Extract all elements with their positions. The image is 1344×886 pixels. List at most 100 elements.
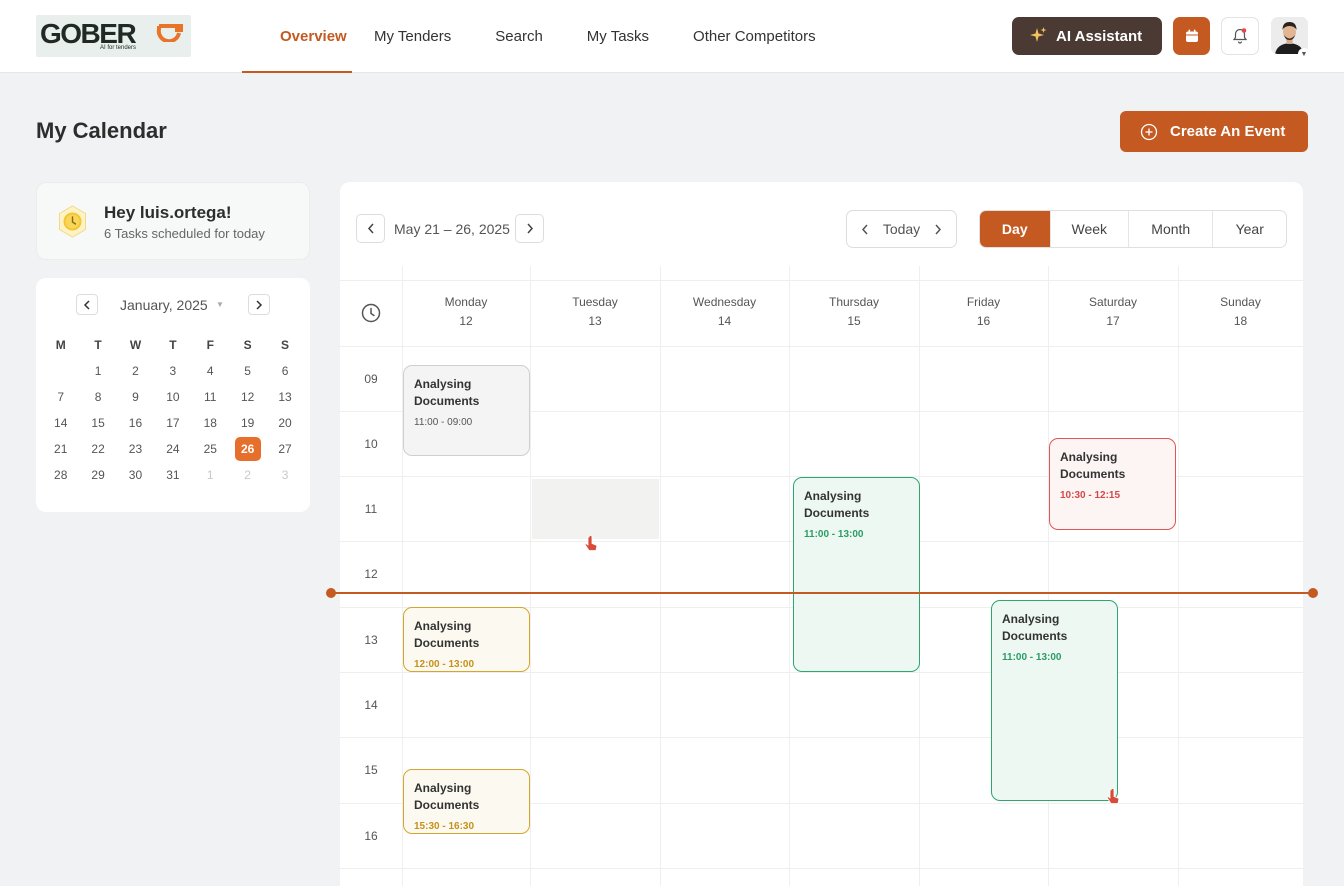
- mini-day-number: 11: [204, 390, 217, 404]
- mini-day-cell[interactable]: 16: [117, 410, 154, 436]
- mini-day-cell[interactable]: 22: [79, 436, 116, 462]
- day-column-header[interactable]: Wednesday 14: [660, 293, 789, 331]
- event-time: 11:00 - 09:00: [414, 417, 473, 428]
- grid-column-divider: [660, 266, 661, 886]
- mini-day-cell[interactable]: 1: [79, 358, 116, 384]
- mini-day-cell[interactable]: 2: [117, 358, 154, 384]
- mini-day-cell[interactable]: 11: [192, 384, 229, 410]
- day-column-header[interactable]: Tuesday 13: [530, 293, 660, 331]
- logo[interactable]: GOBER AI for tenders: [36, 15, 191, 57]
- today-prev-icon[interactable]: [861, 224, 869, 235]
- notifications-button[interactable]: [1221, 17, 1259, 55]
- mini-day-number: 2: [132, 364, 139, 378]
- mini-day-cell[interactable]: 18: [192, 410, 229, 436]
- day-number: 12: [459, 314, 473, 328]
- mini-day-number: 6: [281, 364, 289, 378]
- view-week[interactable]: Week: [1049, 211, 1128, 247]
- mini-day-cell[interactable]: 9: [117, 384, 154, 410]
- mini-month-label[interactable]: January, 2025: [120, 297, 208, 313]
- mini-day-cell[interactable]: 14: [42, 410, 79, 436]
- mini-day-number: 5: [244, 364, 251, 378]
- hovered-time-slot[interactable]: [532, 479, 659, 539]
- mini-day-cell[interactable]: 8: [79, 384, 116, 410]
- view-month[interactable]: Month: [1128, 211, 1212, 247]
- chevron-left-icon: [367, 223, 374, 234]
- clock-badge-icon: [59, 205, 86, 238]
- calendar-event[interactable]: Analysing Documents 15:30 - 16:30: [403, 769, 530, 834]
- view-day[interactable]: Day: [980, 211, 1050, 247]
- day-column-header[interactable]: Saturday 17: [1048, 293, 1178, 331]
- nav-overview[interactable]: Overview: [242, 0, 352, 73]
- mini-day-cell[interactable]: 28: [42, 462, 79, 488]
- mini-day-cell[interactable]: 25: [192, 436, 229, 462]
- mini-next-button[interactable]: [248, 294, 270, 315]
- mini-day-cell[interactable]: 1: [192, 462, 229, 488]
- hour-label: 13: [364, 633, 378, 647]
- nav-my-tasks[interactable]: My Tasks: [565, 0, 671, 73]
- current-time-dot-right: [1308, 588, 1318, 598]
- mini-weekday-header: T: [94, 338, 102, 352]
- mini-day-cell[interactable]: 3: [154, 358, 191, 384]
- mini-day-cell[interactable]: 31: [154, 462, 191, 488]
- day-column-header[interactable]: Friday 16: [919, 293, 1048, 331]
- mini-day-number: 17: [166, 416, 180, 430]
- mini-day-cell[interactable]: 19: [229, 410, 266, 436]
- mini-day-cell[interactable]: 30: [117, 462, 154, 488]
- nav-search[interactable]: Search: [473, 0, 565, 73]
- day-column-header[interactable]: Thursday 15: [789, 293, 919, 331]
- calendar-event[interactable]: Analysing Documents 11:00 - 09:00: [403, 365, 530, 456]
- mini-month-dropdown-icon[interactable]: ▼: [216, 300, 224, 309]
- mini-day-cell[interactable]: 2: [229, 462, 266, 488]
- mini-day-number: 25: [203, 442, 217, 456]
- nav-other-competitors[interactable]: Other Competitors: [671, 0, 838, 73]
- mini-day-cell[interactable]: 27: [266, 436, 303, 462]
- event-time: 12:00 - 13:00: [414, 659, 475, 670]
- day-column-header[interactable]: Sunday 18: [1178, 293, 1303, 331]
- mini-day-cell[interactable]: 23: [117, 436, 154, 462]
- mini-day-cell[interactable]: 26: [229, 436, 266, 462]
- mini-day-cell[interactable]: 13: [266, 384, 303, 410]
- ai-assistant-label: AI Assistant: [1056, 27, 1143, 45]
- mini-day-cell[interactable]: 5: [229, 358, 266, 384]
- mini-day-number: 24: [166, 442, 180, 456]
- calendar-event[interactable]: Analysing Documents 10:30 - 12:15: [1049, 438, 1176, 530]
- mini-day-number: 12: [240, 390, 255, 404]
- range-prev-button[interactable]: [356, 214, 385, 243]
- mini-day-number: 30: [128, 468, 143, 482]
- plus-circle-icon: [1140, 123, 1158, 140]
- calendar-event[interactable]: Analysing Documents 12:00 - 13:00: [403, 607, 530, 672]
- mini-day-cell[interactable]: 3: [266, 462, 303, 488]
- mini-day-cell[interactable]: 17: [154, 410, 191, 436]
- view-year[interactable]: Year: [1212, 211, 1286, 247]
- mini-day-cell[interactable]: 21: [42, 436, 79, 462]
- day-column-header[interactable]: Monday 12: [402, 293, 530, 331]
- ai-assistant-button[interactable]: AI Assistant: [1012, 17, 1162, 55]
- mini-day-cell[interactable]: 29: [79, 462, 116, 488]
- mini-day-cell[interactable]: 24: [154, 436, 191, 462]
- range-next-button[interactable]: [515, 214, 544, 243]
- mini-day-number: 13: [278, 390, 292, 404]
- mini-weekday-header: S: [243, 338, 252, 352]
- mini-day-cell[interactable]: 4: [192, 358, 229, 384]
- avatar-caret-icon[interactable]: ▼: [1298, 48, 1310, 60]
- mini-day-cell[interactable]: 15: [79, 410, 116, 436]
- day-name: Saturday: [1088, 295, 1138, 309]
- calendar-event[interactable]: Analysing Documents 11:00 - 13:00: [793, 477, 920, 672]
- mini-prev-button[interactable]: [76, 294, 98, 315]
- mini-day-cell[interactable]: 7: [42, 384, 79, 410]
- mini-day-cell[interactable]: 20: [266, 410, 303, 436]
- mini-day-cell[interactable]: 10: [154, 384, 191, 410]
- grid-column-divider: [1178, 266, 1179, 886]
- today-next-icon[interactable]: [934, 224, 942, 235]
- nav-my-tenders[interactable]: My Tenders: [352, 0, 473, 73]
- event-title: Analysing Documents: [414, 377, 480, 408]
- calendar-button[interactable]: [1173, 17, 1210, 55]
- mini-day-cell[interactable]: 6: [266, 358, 303, 384]
- today-button[interactable]: Today: [883, 221, 920, 237]
- mini-day-number: 22: [91, 442, 105, 456]
- mini-day-number: 16: [128, 416, 143, 430]
- create-event-button[interactable]: Create An Event: [1120, 111, 1308, 152]
- calendar-event[interactable]: Analysing Documents 11:00 - 13:00: [991, 600, 1118, 801]
- create-event-label: Create An Event: [1170, 123, 1286, 140]
- mini-day-cell[interactable]: 12: [229, 384, 266, 410]
